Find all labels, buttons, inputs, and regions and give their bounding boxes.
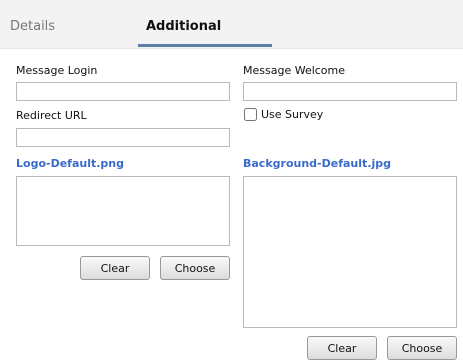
active-tab-indicator: [138, 44, 272, 47]
tab-bar: Details Additional: [0, 0, 463, 49]
message-login-input[interactable]: [16, 82, 230, 101]
tab-additional[interactable]: Additional: [146, 19, 221, 34]
redirect-url-input[interactable]: [16, 128, 230, 147]
redirect-url-label: Redirect URL: [16, 109, 87, 122]
logo-clear-button[interactable]: Clear: [80, 256, 150, 280]
background-filename: Background-Default.jpg: [243, 157, 391, 170]
use-survey-checkbox[interactable]: [244, 108, 257, 121]
message-login-label: Message Login: [16, 64, 98, 77]
logo-preview: [16, 176, 230, 246]
background-clear-button[interactable]: Clear: [307, 336, 377, 360]
logo-choose-button[interactable]: Choose: [160, 256, 230, 280]
tab-details[interactable]: Details: [10, 19, 55, 34]
background-preview: [243, 176, 457, 328]
background-choose-button[interactable]: Choose: [387, 336, 457, 360]
logo-filename: Logo-Default.png: [16, 157, 124, 170]
use-survey-label: Use Survey: [261, 108, 324, 121]
message-welcome-label: Message Welcome: [243, 64, 346, 77]
message-welcome-input[interactable]: [243, 82, 457, 101]
